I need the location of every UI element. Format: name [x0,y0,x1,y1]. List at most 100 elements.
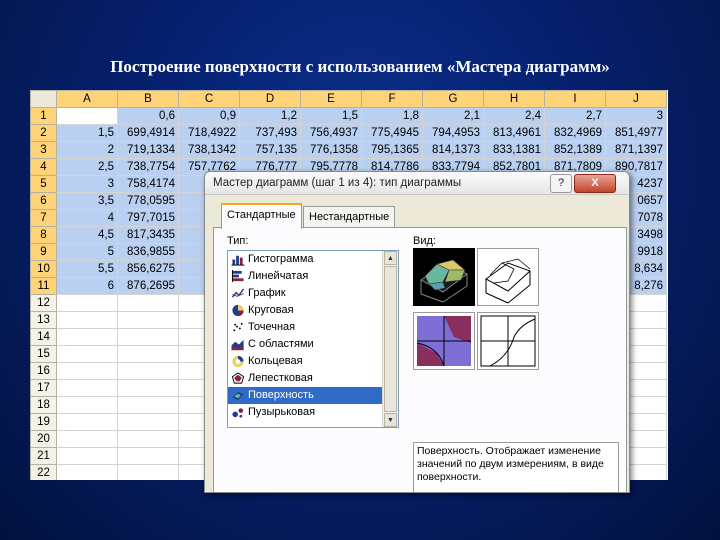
close-button[interactable]: X [574,174,616,193]
tab-standard[interactable]: Стандартные [221,203,302,229]
row-header[interactable]: 14 [30,328,57,346]
table-cell[interactable]: 876,2695 [117,277,179,295]
column-header-e[interactable]: E [300,90,362,108]
row-header[interactable]: 20 [30,430,57,448]
table-cell[interactable]: 0,9 [178,107,240,125]
table-cell[interactable]: 814,1373 [422,141,484,159]
table-cell[interactable] [56,328,118,346]
table-cell[interactable]: 2,7 [544,107,606,125]
table-cell[interactable]: 758,4174 [117,175,179,193]
column-header-b[interactable]: B [117,90,179,108]
table-cell[interactable] [56,464,118,480]
table-cell[interactable]: 757,135 [239,141,301,159]
table-cell[interactable] [117,345,179,363]
table-cell[interactable]: 852,1389 [544,141,606,159]
table-cell[interactable]: 2,5 [56,158,118,176]
table-cell[interactable] [56,311,118,329]
table-cell[interactable]: 817,3435 [117,226,179,244]
chart-type-list[interactable]: Гистограмма Линейчатая График Круговая Точеч… [227,250,399,428]
chart-type-pie[interactable]: Круговая [228,302,398,319]
chart-type-surface[interactable]: Поверхность [228,387,398,404]
table-cell[interactable]: 3 [56,175,118,193]
table-cell[interactable]: 871,1397 [605,141,667,159]
dialog-titlebar[interactable]: Мастер диаграмм (шаг 1 из 4): тип диагра… [205,172,629,195]
table-cell[interactable]: 1,5 [300,107,362,125]
table-cell[interactable]: 719,1334 [117,141,179,159]
row-header[interactable]: 2 [30,124,57,142]
chart-type-histogram[interactable]: Гистограмма [228,251,398,268]
table-cell[interactable] [56,447,118,465]
table-cell[interactable]: 756,4937 [300,124,362,142]
column-header-j[interactable]: J [605,90,667,108]
row-header[interactable]: 11 [30,277,57,295]
chart-type-area[interactable]: С областями [228,336,398,353]
table-cell[interactable]: 832,4969 [544,124,606,142]
row-header[interactable]: 10 [30,260,57,278]
table-cell[interactable] [56,430,118,448]
subtype-wireframe-3d[interactable] [477,248,539,306]
table-cell[interactable] [117,413,179,431]
row-header[interactable]: 5 [30,175,57,193]
row-header[interactable]: 3 [30,141,57,159]
tab-custom[interactable]: Нестандартные [303,206,396,227]
select-all-corner[interactable] [30,90,57,108]
table-cell[interactable]: 851,4977 [605,124,667,142]
scroll-thumb[interactable] [384,266,397,412]
table-cell[interactable]: 833,1381 [483,141,545,159]
scroll-down-button[interactable]: ▼ [384,413,397,427]
table-cell[interactable]: 3 [605,107,667,125]
chart-type-line-chart[interactable]: График [228,285,398,302]
table-cell[interactable] [56,396,118,414]
table-cell[interactable]: 5,5 [56,260,118,278]
table-cell[interactable] [117,379,179,397]
row-header[interactable]: 4 [30,158,57,176]
column-header-c[interactable]: C [178,90,240,108]
table-cell[interactable] [56,107,118,125]
table-cell[interactable] [117,396,179,414]
table-cell[interactable]: 775,4945 [361,124,423,142]
table-cell[interactable]: 856,6275 [117,260,179,278]
table-cell[interactable] [56,294,118,312]
table-cell[interactable] [117,430,179,448]
table-cell[interactable]: 737,493 [239,124,301,142]
row-header[interactable]: 22 [30,464,57,480]
table-cell[interactable]: 5 [56,243,118,261]
table-cell[interactable]: 1,5 [56,124,118,142]
row-header[interactable]: 13 [30,311,57,329]
help-button[interactable]: ? [550,174,572,193]
table-cell[interactable]: 2,1 [422,107,484,125]
table-cell[interactable]: 813,4961 [483,124,545,142]
table-cell[interactable]: 794,4953 [422,124,484,142]
column-header-d[interactable]: D [239,90,301,108]
chart-type-scatter[interactable]: Точечная [228,319,398,336]
subtype-surface-3d[interactable] [413,248,475,306]
table-cell[interactable]: 836,9855 [117,243,179,261]
column-header-a[interactable]: A [56,90,118,108]
table-cell[interactable]: 718,4922 [178,124,240,142]
table-cell[interactable]: 795,1365 [361,141,423,159]
table-cell[interactable]: 4 [56,209,118,227]
row-header[interactable]: 21 [30,447,57,465]
row-header[interactable]: 1 [30,107,57,125]
table-cell[interactable] [56,345,118,363]
table-cell[interactable]: 1,8 [361,107,423,125]
row-header[interactable]: 9 [30,243,57,261]
row-header[interactable]: 15 [30,345,57,363]
table-cell[interactable] [56,379,118,397]
row-header[interactable]: 19 [30,413,57,431]
row-header[interactable]: 8 [30,226,57,244]
chart-type-bar[interactable]: Линейчатая [228,268,398,285]
subtype-contour[interactable] [413,312,475,370]
table-cell[interactable]: 776,1358 [300,141,362,159]
column-header-h[interactable]: H [483,90,545,108]
table-cell[interactable] [117,328,179,346]
table-cell[interactable]: 6 [56,277,118,295]
row-header[interactable]: 12 [30,294,57,312]
chart-type-donut[interactable]: Кольцевая [228,353,398,370]
row-header[interactable]: 18 [30,396,57,414]
table-cell[interactable]: 2,4 [483,107,545,125]
table-cell[interactable]: 738,1342 [178,141,240,159]
table-cell[interactable] [117,362,179,380]
row-header[interactable]: 16 [30,362,57,380]
table-cell[interactable] [56,362,118,380]
